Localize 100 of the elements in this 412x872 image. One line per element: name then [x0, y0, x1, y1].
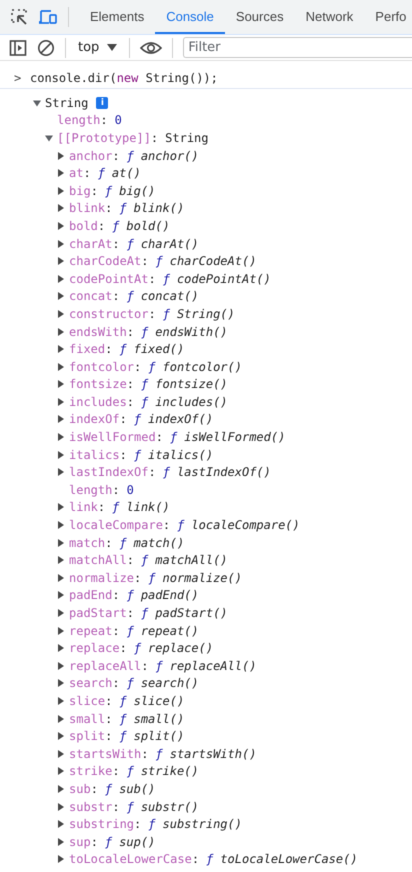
expand-arrow-icon[interactable]: [57, 240, 65, 248]
expand-arrow-icon[interactable]: [57, 257, 65, 266]
expand-arrow-icon[interactable]: [57, 521, 65, 530]
expand-arrow-icon[interactable]: [57, 696, 65, 705]
expand-arrow-icon[interactable]: [57, 714, 65, 723]
function-marker: ƒ: [119, 729, 127, 744]
expand-arrow-icon[interactable]: [57, 644, 65, 652]
property-name: slice:: [69, 694, 112, 708]
expand-arrow-icon[interactable]: [57, 450, 65, 459]
expand-arrow-icon[interactable]: [57, 328, 65, 336]
expand-arrow-icon[interactable]: [57, 609, 65, 618]
expand-arrow-icon[interactable]: [57, 204, 65, 212]
function-value: substr(): [140, 800, 199, 814]
panel-tab[interactable]: Perfo: [364, 0, 412, 34]
property-name: replaceAll:: [69, 658, 148, 673]
expand-arrow-icon[interactable]: [57, 152, 65, 160]
expand-arrow-icon[interactable]: [57, 679, 65, 688]
function-marker: ƒ: [162, 272, 170, 286]
function-marker: ƒ: [134, 448, 142, 462]
property-name: substr:: [69, 800, 120, 814]
expand-arrow-icon[interactable]: [57, 503, 65, 512]
function-marker: ƒ: [141, 394, 148, 409]
command-text: console.dir(new String());: [30, 71, 218, 85]
expand-arrow-icon[interactable]: [57, 855, 65, 864]
object-value: String: [165, 130, 209, 145]
expand-arrow-icon[interactable]: [57, 732, 65, 740]
expand-arrow-icon[interactable]: [57, 362, 65, 371]
function-marker: ƒ: [162, 465, 170, 480]
function-value: fixed(): [134, 342, 184, 356]
property-name: length:: [57, 113, 108, 128]
expand-arrow-icon[interactable]: [57, 222, 65, 230]
device-toolbar-icon[interactable]: [38, 8, 58, 26]
expand-arrow-icon[interactable]: [57, 186, 65, 195]
expand-arrow-icon[interactable]: [57, 556, 65, 564]
sidebar-toggle-icon[interactable]: [9, 38, 27, 56]
property-name: sub:: [69, 782, 98, 796]
expand-arrow-icon[interactable]: [57, 802, 65, 811]
filter-field[interactable]: Filter: [183, 37, 412, 58]
expand-arrow-icon[interactable]: [57, 591, 65, 600]
function-value: charCodeAt(): [170, 254, 256, 268]
expand-arrow-icon[interactable]: [57, 767, 65, 776]
expand-arrow-icon[interactable]: [57, 433, 65, 442]
expand-arrow-icon[interactable]: [57, 274, 65, 283]
prompt-icon: >: [14, 71, 30, 85]
property-name: replace:: [69, 641, 127, 656]
collapse-arrow-icon[interactable]: [45, 134, 53, 142]
expand-arrow-icon[interactable]: [57, 468, 65, 476]
function-marker: ƒ: [98, 166, 105, 180]
expand-arrow-icon[interactable]: [57, 574, 65, 582]
property-name: fixed:: [69, 342, 112, 356]
context-dropdown[interactable]: top: [76, 40, 120, 55]
function-value: blink(): [134, 201, 184, 216]
info-badge[interactable]: i: [96, 96, 108, 109]
property-name: [[Prototype]]:: [57, 130, 158, 145]
function-marker: ƒ: [126, 800, 134, 814]
property-name: charAt:: [69, 236, 120, 251]
clear-console-icon[interactable]: [37, 38, 55, 56]
panel-tab[interactable]: Network: [294, 0, 364, 34]
function-marker: ƒ: [126, 624, 134, 638]
expand-arrow-icon[interactable]: [57, 169, 65, 178]
property-name: match:: [69, 536, 112, 550]
panel-tab[interactable]: Console: [155, 0, 225, 34]
eye-icon[interactable]: [140, 40, 162, 54]
expand-arrow-icon[interactable]: [57, 415, 65, 424]
panel-tab[interactable]: Elements: [79, 0, 156, 34]
function-value: fontcolor(): [162, 360, 242, 374]
function-value: search(): [140, 676, 199, 690]
function-marker: ƒ: [155, 746, 163, 761]
function-value: link(): [126, 500, 170, 514]
property-name: charCodeAt:: [69, 254, 148, 268]
function-marker: ƒ: [148, 570, 156, 585]
function-value: concat(): [140, 289, 199, 304]
expand-arrow-icon[interactable]: [57, 626, 65, 635]
collapse-arrow-icon[interactable]: [33, 98, 41, 107]
expand-arrow-icon[interactable]: [57, 292, 65, 300]
expand-arrow-icon[interactable]: [57, 310, 65, 318]
expand-arrow-icon[interactable]: [57, 380, 65, 388]
function-value: padStart(): [155, 606, 228, 620]
expand-arrow-icon[interactable]: [57, 538, 65, 547]
expand-arrow-icon[interactable]: [57, 750, 65, 758]
function-marker: ƒ: [126, 289, 134, 304]
expand-arrow-icon[interactable]: [57, 662, 65, 670]
inspect-icon[interactable]: [10, 8, 28, 26]
function-marker: ƒ: [112, 500, 120, 514]
caret-icon: [107, 44, 118, 52]
property-name: fontsize:: [69, 377, 134, 392]
function-marker: ƒ: [155, 658, 163, 673]
function-marker: ƒ: [112, 218, 120, 233]
property-name: anchor:: [69, 148, 120, 163]
property-name: constructor:: [69, 306, 156, 321]
expand-arrow-icon[interactable]: [57, 784, 65, 793]
expand-arrow-icon[interactable]: [57, 838, 65, 846]
property-name: length:: [69, 482, 120, 497]
function-value: String(): [176, 306, 235, 321]
function-value: fontsize(): [155, 377, 228, 392]
expand-arrow-icon[interactable]: [57, 398, 65, 406]
function-value: toLocaleLowerCase(): [220, 852, 358, 866]
expand-arrow-icon[interactable]: [57, 820, 65, 828]
panel-tab[interactable]: Sources: [224, 0, 295, 34]
expand-arrow-icon[interactable]: [57, 345, 65, 354]
